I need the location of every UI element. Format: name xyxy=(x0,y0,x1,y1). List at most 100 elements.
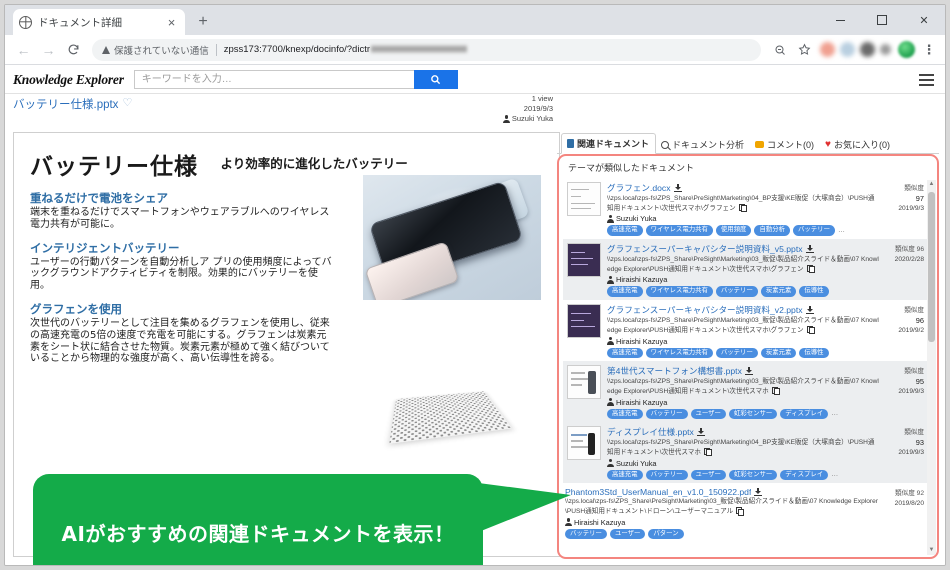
chrome-menu-icon[interactable]: ⋮ xyxy=(919,43,939,56)
search-input[interactable] xyxy=(133,70,414,89)
app-header: Knowledge Explorer xyxy=(5,66,945,94)
close-tab-icon[interactable]: × xyxy=(164,15,179,30)
tab-related-documents[interactable]: 関連ドキュメント xyxy=(561,133,657,154)
forward-button[interactable]: → xyxy=(36,37,61,62)
more-tags-indicator[interactable]: … xyxy=(831,410,838,417)
document-title-link[interactable]: バッテリー仕様.pptx xyxy=(13,96,118,112)
download-icon[interactable] xyxy=(754,488,763,497)
tag[interactable]: バッテリー xyxy=(715,347,758,359)
document-name-link[interactable]: Phantom3Std_UserManual_en_v1.0_150922.pd… xyxy=(565,487,751,497)
download-icon[interactable] xyxy=(805,306,814,315)
document-name-link[interactable]: ディスプレイ仕様.pptx xyxy=(607,426,694,438)
scroll-up-arrow[interactable]: ▲ xyxy=(927,180,936,189)
table-row[interactable]: 第4世代スマートフォン構想書.pptx \\zps.local\zps-fs\Z… xyxy=(563,361,927,423)
tag[interactable]: ユーザー xyxy=(690,408,726,420)
document-name-row: グラフェンスーパーキャパシター説明資料_v2.pptx xyxy=(607,304,880,316)
maximize-button[interactable] xyxy=(861,5,903,35)
tag[interactable]: バッテリー xyxy=(645,408,688,420)
browser-tab[interactable]: ドキュメント詳細 × xyxy=(13,9,185,35)
extension-icon-1[interactable] xyxy=(820,42,835,57)
tag[interactable]: 高速充電 xyxy=(607,469,643,481)
table-row[interactable]: グラフェンスーパーキャパシター説明資料_v5.pptx \\zps.local\… xyxy=(563,239,927,301)
copy-path-icon[interactable] xyxy=(806,325,815,335)
tag[interactable]: バッテリー xyxy=(715,286,758,298)
person-icon xyxy=(502,115,510,124)
table-row[interactable]: ディスプレイ仕様.pptx \\zps.local\zps-fs\ZPS_Sha… xyxy=(563,422,927,484)
tag[interactable]: ワイヤレス電力共有 xyxy=(645,286,713,298)
tag[interactable]: ユーザー xyxy=(690,469,726,481)
tag[interactable]: ワイヤレス電力共有 xyxy=(645,225,713,237)
slide-section-2: インテリジェントバッテリー ユーザーの行動パターンを自動分析しア プリの使用頻度… xyxy=(30,240,335,292)
back-button[interactable]: ← xyxy=(11,37,36,62)
document-name-link[interactable]: 第4世代スマートフォン構想書.pptx xyxy=(607,365,742,377)
tag[interactable]: 高速充電 xyxy=(607,408,643,420)
tag[interactable]: 使用頻度 xyxy=(715,225,752,237)
redacted-url-blur xyxy=(371,45,468,54)
document-name-link[interactable]: グラフェンスーパーキャパシター説明資料_v5.pptx xyxy=(607,243,803,255)
tag[interactable]: バッテリー xyxy=(565,528,607,540)
not-secure-indicator[interactable]: 保護されていない通信 xyxy=(102,43,209,57)
table-row[interactable]: グラフェンスーパーキャパシター説明資料_v2.pptx \\zps.local\… xyxy=(563,300,927,361)
tag[interactable]: バッテリー xyxy=(793,225,835,237)
tag[interactable]: 伝導性 xyxy=(799,286,829,298)
panel-scrollbar[interactable]: ▲ ▼ xyxy=(927,180,936,555)
person-icon xyxy=(607,275,614,284)
table-row[interactable]: Phantom3Std_UserManual_en_v1.0_150922.pd… xyxy=(563,483,927,542)
new-tab-button[interactable]: + xyxy=(192,11,214,33)
tab-favorites[interactable]: ♥ お気に入り(0) xyxy=(820,135,896,154)
tag[interactable]: パターン xyxy=(648,528,684,540)
bookmark-star-icon[interactable] xyxy=(793,39,815,61)
copy-path-icon[interactable] xyxy=(736,506,745,516)
extension-icon-2[interactable] xyxy=(840,42,855,57)
more-tags-indicator[interactable]: … xyxy=(831,471,838,478)
document-path: \\zps.local\zps-fs\ZPS_Share\PreSight\Ma… xyxy=(607,378,879,396)
download-icon[interactable] xyxy=(673,184,682,192)
author-name: Suzuki Yuka xyxy=(616,458,657,468)
tag-row: 高速充電 ワイヤレス電力共有 バッテリー 炭素元素 伝導性 xyxy=(607,286,880,298)
extension-icon-3[interactable] xyxy=(860,42,875,57)
minimize-button[interactable] xyxy=(819,5,861,35)
tag[interactable]: バッテリー xyxy=(645,469,688,481)
tag-row: バッテリー ユーザー パターン xyxy=(565,528,880,540)
tab-strip: ドキュメント詳細 × + ✕ xyxy=(5,5,945,35)
app-hamburger-menu[interactable] xyxy=(915,73,937,86)
copy-path-icon[interactable] xyxy=(703,447,712,457)
tag[interactable]: 高速充電 xyxy=(607,347,643,359)
tab-document-analysis[interactable]: ドキュメント分析 xyxy=(656,135,750,154)
tag[interactable]: ディスプレイ xyxy=(780,469,829,481)
person-icon xyxy=(607,398,614,407)
copy-path-icon[interactable] xyxy=(806,264,815,274)
tag[interactable]: 高速充電 xyxy=(607,225,643,237)
copy-path-icon[interactable] xyxy=(771,386,780,396)
tag[interactable]: ワイヤレス電力共有 xyxy=(645,347,713,359)
favorite-heart-icon[interactable]: ♡ xyxy=(122,96,132,109)
tab-comments[interactable]: コメント(0) xyxy=(750,135,820,154)
extension-icon-4[interactable] xyxy=(880,44,891,55)
scrollbar-thumb[interactable] xyxy=(928,192,935,342)
zoom-out-icon[interactable] xyxy=(769,39,791,61)
address-bar[interactable]: 保護されていない通信 zpss173:7700/knexp/docinfo/?d… xyxy=(92,38,761,61)
profile-avatar[interactable] xyxy=(898,41,915,58)
search-button[interactable] xyxy=(413,70,458,89)
download-icon[interactable] xyxy=(805,245,814,254)
tag[interactable]: 自動分析 xyxy=(754,225,791,237)
download-icon[interactable] xyxy=(696,428,705,437)
more-tags-indicator[interactable]: … xyxy=(838,227,845,234)
tag[interactable]: 炭素元素 xyxy=(760,286,797,298)
document-name-link[interactable]: グラフェンスーパーキャパシター説明資料_v2.pptx xyxy=(607,304,803,316)
table-row[interactable]: グラフェン.docx \\zps.local\zps-fs\ZPS_Share\… xyxy=(563,178,927,239)
tag[interactable]: 高速充電 xyxy=(607,286,643,298)
tag[interactable]: 炭素元素 xyxy=(760,347,797,359)
tag[interactable]: ディスプレイ xyxy=(780,408,829,420)
document-name-link[interactable]: グラフェン.docx xyxy=(607,182,671,194)
download-icon[interactable] xyxy=(744,367,753,376)
tag[interactable]: 伝導性 xyxy=(799,347,829,359)
copy-path-icon[interactable] xyxy=(738,203,747,213)
tag[interactable]: 虹彩センサー xyxy=(728,469,778,481)
close-window-button[interactable]: ✕ xyxy=(903,5,945,35)
scroll-down-arrow[interactable]: ▼ xyxy=(927,546,936,555)
ai-recommendation-callout: AIがおすすめの関連ドキュメントを表示！ xyxy=(33,474,483,565)
tag[interactable]: ユーザー xyxy=(609,528,646,540)
reload-button[interactable] xyxy=(61,37,86,62)
tag[interactable]: 虹彩センサー xyxy=(728,408,778,420)
